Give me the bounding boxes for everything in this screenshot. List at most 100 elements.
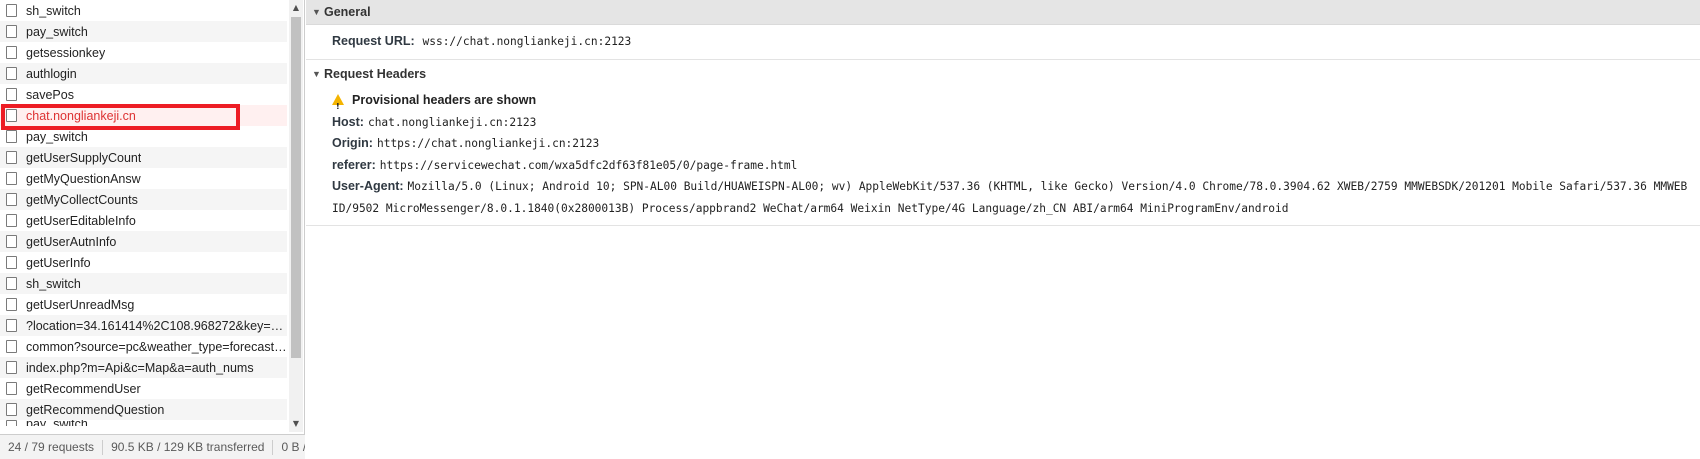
general-section-header[interactable]: ▼ General <box>306 0 1700 25</box>
scroll-thumb[interactable] <box>291 17 301 358</box>
request-headers-section-body: Provisional headers are shown Host:chat.… <box>306 87 1700 226</box>
request-name: getUserEditableInfo <box>26 213 136 228</box>
request-url-key: Request URL: <box>332 34 415 48</box>
header-key: referer: <box>332 157 376 172</box>
request-url-value: wss://chat.nongliankeji.cn:2123 <box>422 35 632 48</box>
document-icon <box>6 277 17 290</box>
scroll-down-arrow-icon[interactable]: ▼ <box>289 418 303 430</box>
header-value: https://chat.nongliankeji.cn:2123 <box>376 137 600 150</box>
provisional-headers-text: Provisional headers are shown <box>352 92 537 107</box>
request-list-item[interactable]: getUserAutnInfo <box>0 231 287 252</box>
document-icon <box>6 172 17 185</box>
request-list-item[interactable]: getUserUnreadMsg <box>0 294 287 315</box>
request-url-row: Request URL: wss://chat.nongliankeji.cn:… <box>332 31 1700 53</box>
request-list-item[interactable]: getUserSupplyCount <box>0 147 287 168</box>
request-name: getUserUnreadMsg <box>26 297 135 312</box>
document-icon <box>6 403 17 416</box>
request-list-item[interactable]: pay_switch <box>0 126 287 147</box>
request-list-item[interactable]: ?location=34.161414%2C108.968272&key=6NM… <box>0 315 287 336</box>
request-header-row: referer: https://servicewechat.com/wxa5df… <box>332 155 1700 177</box>
request-name: sh_switch <box>26 276 81 291</box>
status-resources: 0 B / <box>281 439 305 454</box>
status-transferred: 90.5 KB / 129 KB transferred <box>103 439 274 455</box>
request-name: savePos <box>26 87 74 102</box>
request-name: getUserAutnInfo <box>26 234 117 249</box>
request-list-item[interactable]: chat.nongliankeji.cn <box>0 105 287 126</box>
request-name: common?source=pc&weather_type=forecast_2… <box>26 339 287 354</box>
request-name: getRecommendQuestion <box>26 402 165 417</box>
document-icon <box>6 46 17 59</box>
document-icon <box>6 88 17 101</box>
request-name: pay_switch <box>26 420 88 426</box>
scroll-up-arrow-icon[interactable]: ▲ <box>289 2 303 14</box>
request-list-item[interactable]: getMyQuestionAnsw <box>0 168 287 189</box>
request-list-item[interactable]: getUserEditableInfo <box>0 210 287 231</box>
document-icon <box>6 214 17 227</box>
request-list-panel: sh_switch pay_switch getsessionkey authlogi… <box>0 0 305 459</box>
request-header-row: Host: chat.nongliankeji.cn:2123 <box>332 112 1700 134</box>
request-header-row: User-Agent: Mozilla/5.0 (Linux; Android 1… <box>332 176 1700 219</box>
request-list-item[interactable]: getRecommendQuestion <box>0 399 287 420</box>
request-list-item[interactable]: savePos <box>0 84 287 105</box>
request-list-item[interactable]: getRecommendUser <box>0 378 287 399</box>
general-section-title: General <box>324 5 371 19</box>
request-list-item[interactable]: sh_switch <box>0 0 287 21</box>
document-icon <box>6 235 17 248</box>
request-name: pay_switch <box>26 24 88 39</box>
document-icon <box>6 256 17 269</box>
expand-triangle-icon[interactable]: ▼ <box>312 7 321 17</box>
request-headers-section-header[interactable]: ▼ Request Headers <box>306 62 1700 87</box>
status-request-count: 24 / 79 requests <box>0 439 104 455</box>
request-list-item[interactable]: sh_switch <box>0 273 287 294</box>
header-value: chat.nongliankeji.cn:2123 <box>367 115 537 129</box>
request-header-rows: Host: chat.nongliankeji.cn:2123 Origin: htt… <box>332 112 1700 220</box>
expand-triangle-icon[interactable]: ▼ <box>312 69 321 79</box>
request-list-item[interactable]: pay_switch <box>0 21 287 42</box>
request-list-item[interactable]: common?source=pc&weather_type=forecast_2… <box>0 336 287 357</box>
request-name: index.php?m=Api&c=Map&a=auth_nums <box>26 360 254 375</box>
warning-icon <box>332 94 344 119</box>
request-list-item[interactable]: getMyCollectCounts <box>0 189 287 210</box>
document-icon <box>6 382 17 395</box>
request-list-item[interactable]: getsessionkey <box>0 42 287 63</box>
request-list-item[interactable]: getUserInfo <box>0 252 287 273</box>
request-name: authlogin <box>26 66 77 81</box>
document-icon <box>6 109 17 122</box>
general-section-body: Request URL: wss://chat.nongliankeji.cn:… <box>306 25 1700 60</box>
request-list-scrollbar[interactable]: ▲ ▼ <box>289 0 303 432</box>
document-icon <box>6 4 17 17</box>
document-icon <box>6 193 17 206</box>
request-name: sh_switch <box>26 3 81 18</box>
request-name: getMyCollectCounts <box>26 192 138 207</box>
request-name: getUserSupplyCount <box>26 150 142 165</box>
request-name: getRecommendUser <box>26 381 141 396</box>
document-icon <box>6 130 17 143</box>
document-icon <box>6 151 17 164</box>
request-list-item[interactable]: authlogin <box>0 63 287 84</box>
request-list: sh_switch pay_switch getsessionkey authlogi… <box>0 0 287 432</box>
header-key: Origin: <box>332 136 373 150</box>
headers-detail-panel: ▼ General Request URL: wss://chat.nongli… <box>306 0 1700 459</box>
document-icon <box>6 361 17 374</box>
document-icon <box>6 67 17 80</box>
request-name: getMyQuestionAnsw <box>26 171 141 186</box>
header-value: https://servicewechat.com/wxa5dfc2df63f8… <box>379 158 798 172</box>
request-headers-section-title: Request Headers <box>324 67 427 81</box>
document-icon <box>6 25 17 38</box>
request-name: pay_switch <box>26 129 88 144</box>
request-list-item[interactable]: index.php?m=Api&c=Map&a=auth_nums <box>0 357 287 378</box>
header-value: Mozilla/5.0 (Linux; Android 10; SPN-AL00… <box>332 180 1688 215</box>
document-icon <box>6 319 17 332</box>
header-key: User-Agent: <box>332 179 404 193</box>
document-icon <box>6 298 17 311</box>
document-icon <box>6 420 17 426</box>
request-name: getsessionkey <box>26 45 106 60</box>
request-header-row: Origin: https://chat.nongliankeji.cn:2123 <box>332 133 1700 155</box>
request-name: chat.nongliankeji.cn <box>26 108 136 123</box>
provisional-headers-warning: Provisional headers are shown <box>332 88 1700 119</box>
status-bar: 24 / 79 requests 90.5 KB / 129 KB transf… <box>0 434 305 459</box>
request-name: getUserInfo <box>26 255 91 270</box>
request-list-item[interactable]: pay_switch <box>0 420 287 426</box>
request-name: ?location=34.161414%2C108.968272&key=6NM… <box>26 318 287 333</box>
document-icon <box>6 340 17 353</box>
